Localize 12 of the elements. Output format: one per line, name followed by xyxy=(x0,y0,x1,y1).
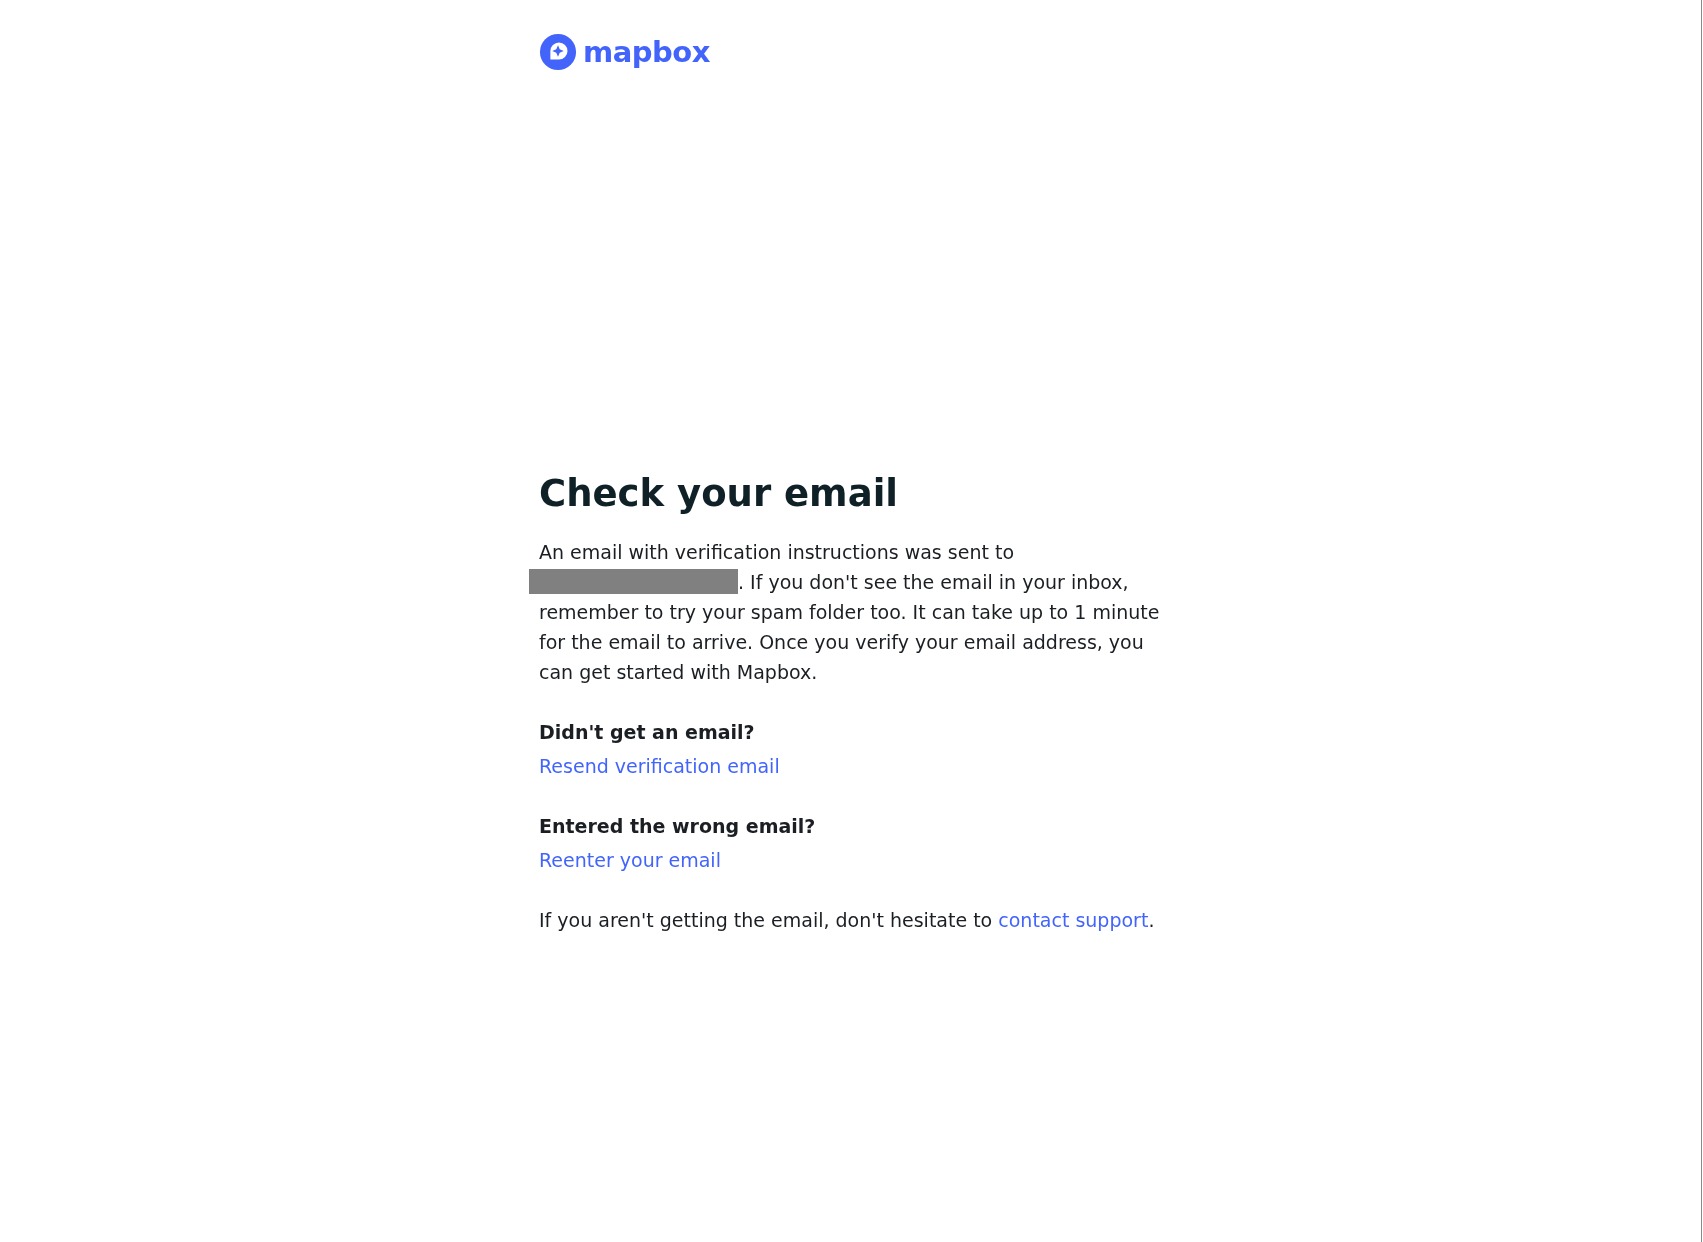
logo-icon xyxy=(539,33,577,71)
message-text: . If you don't see the email in your inbox, remember to try your spam folder too. It can take up to 1 minute for the email to arrive. Once you verify your email address, you can get started with Mapbox. xyxy=(539,571,1160,683)
action-link[interactable]: Resend verification email xyxy=(539,751,780,781)
section-question: Didn't get an email? xyxy=(539,720,756,745)
support-link[interactable]: contact support xyxy=(998,909,1149,931)
footer-text: If you aren't getting the email, don't hesitate to xyxy=(539,909,993,931)
logo-wordmark: mapbox xyxy=(583,34,710,71)
action-link[interactable]: Reenter your email xyxy=(539,845,721,875)
footer-period: . xyxy=(1148,909,1155,931)
page-heading: Check your email xyxy=(539,471,899,517)
message-text: An email with verification instructions was sent to xyxy=(539,541,1014,563)
section-question: Entered the wrong email? xyxy=(539,814,817,839)
